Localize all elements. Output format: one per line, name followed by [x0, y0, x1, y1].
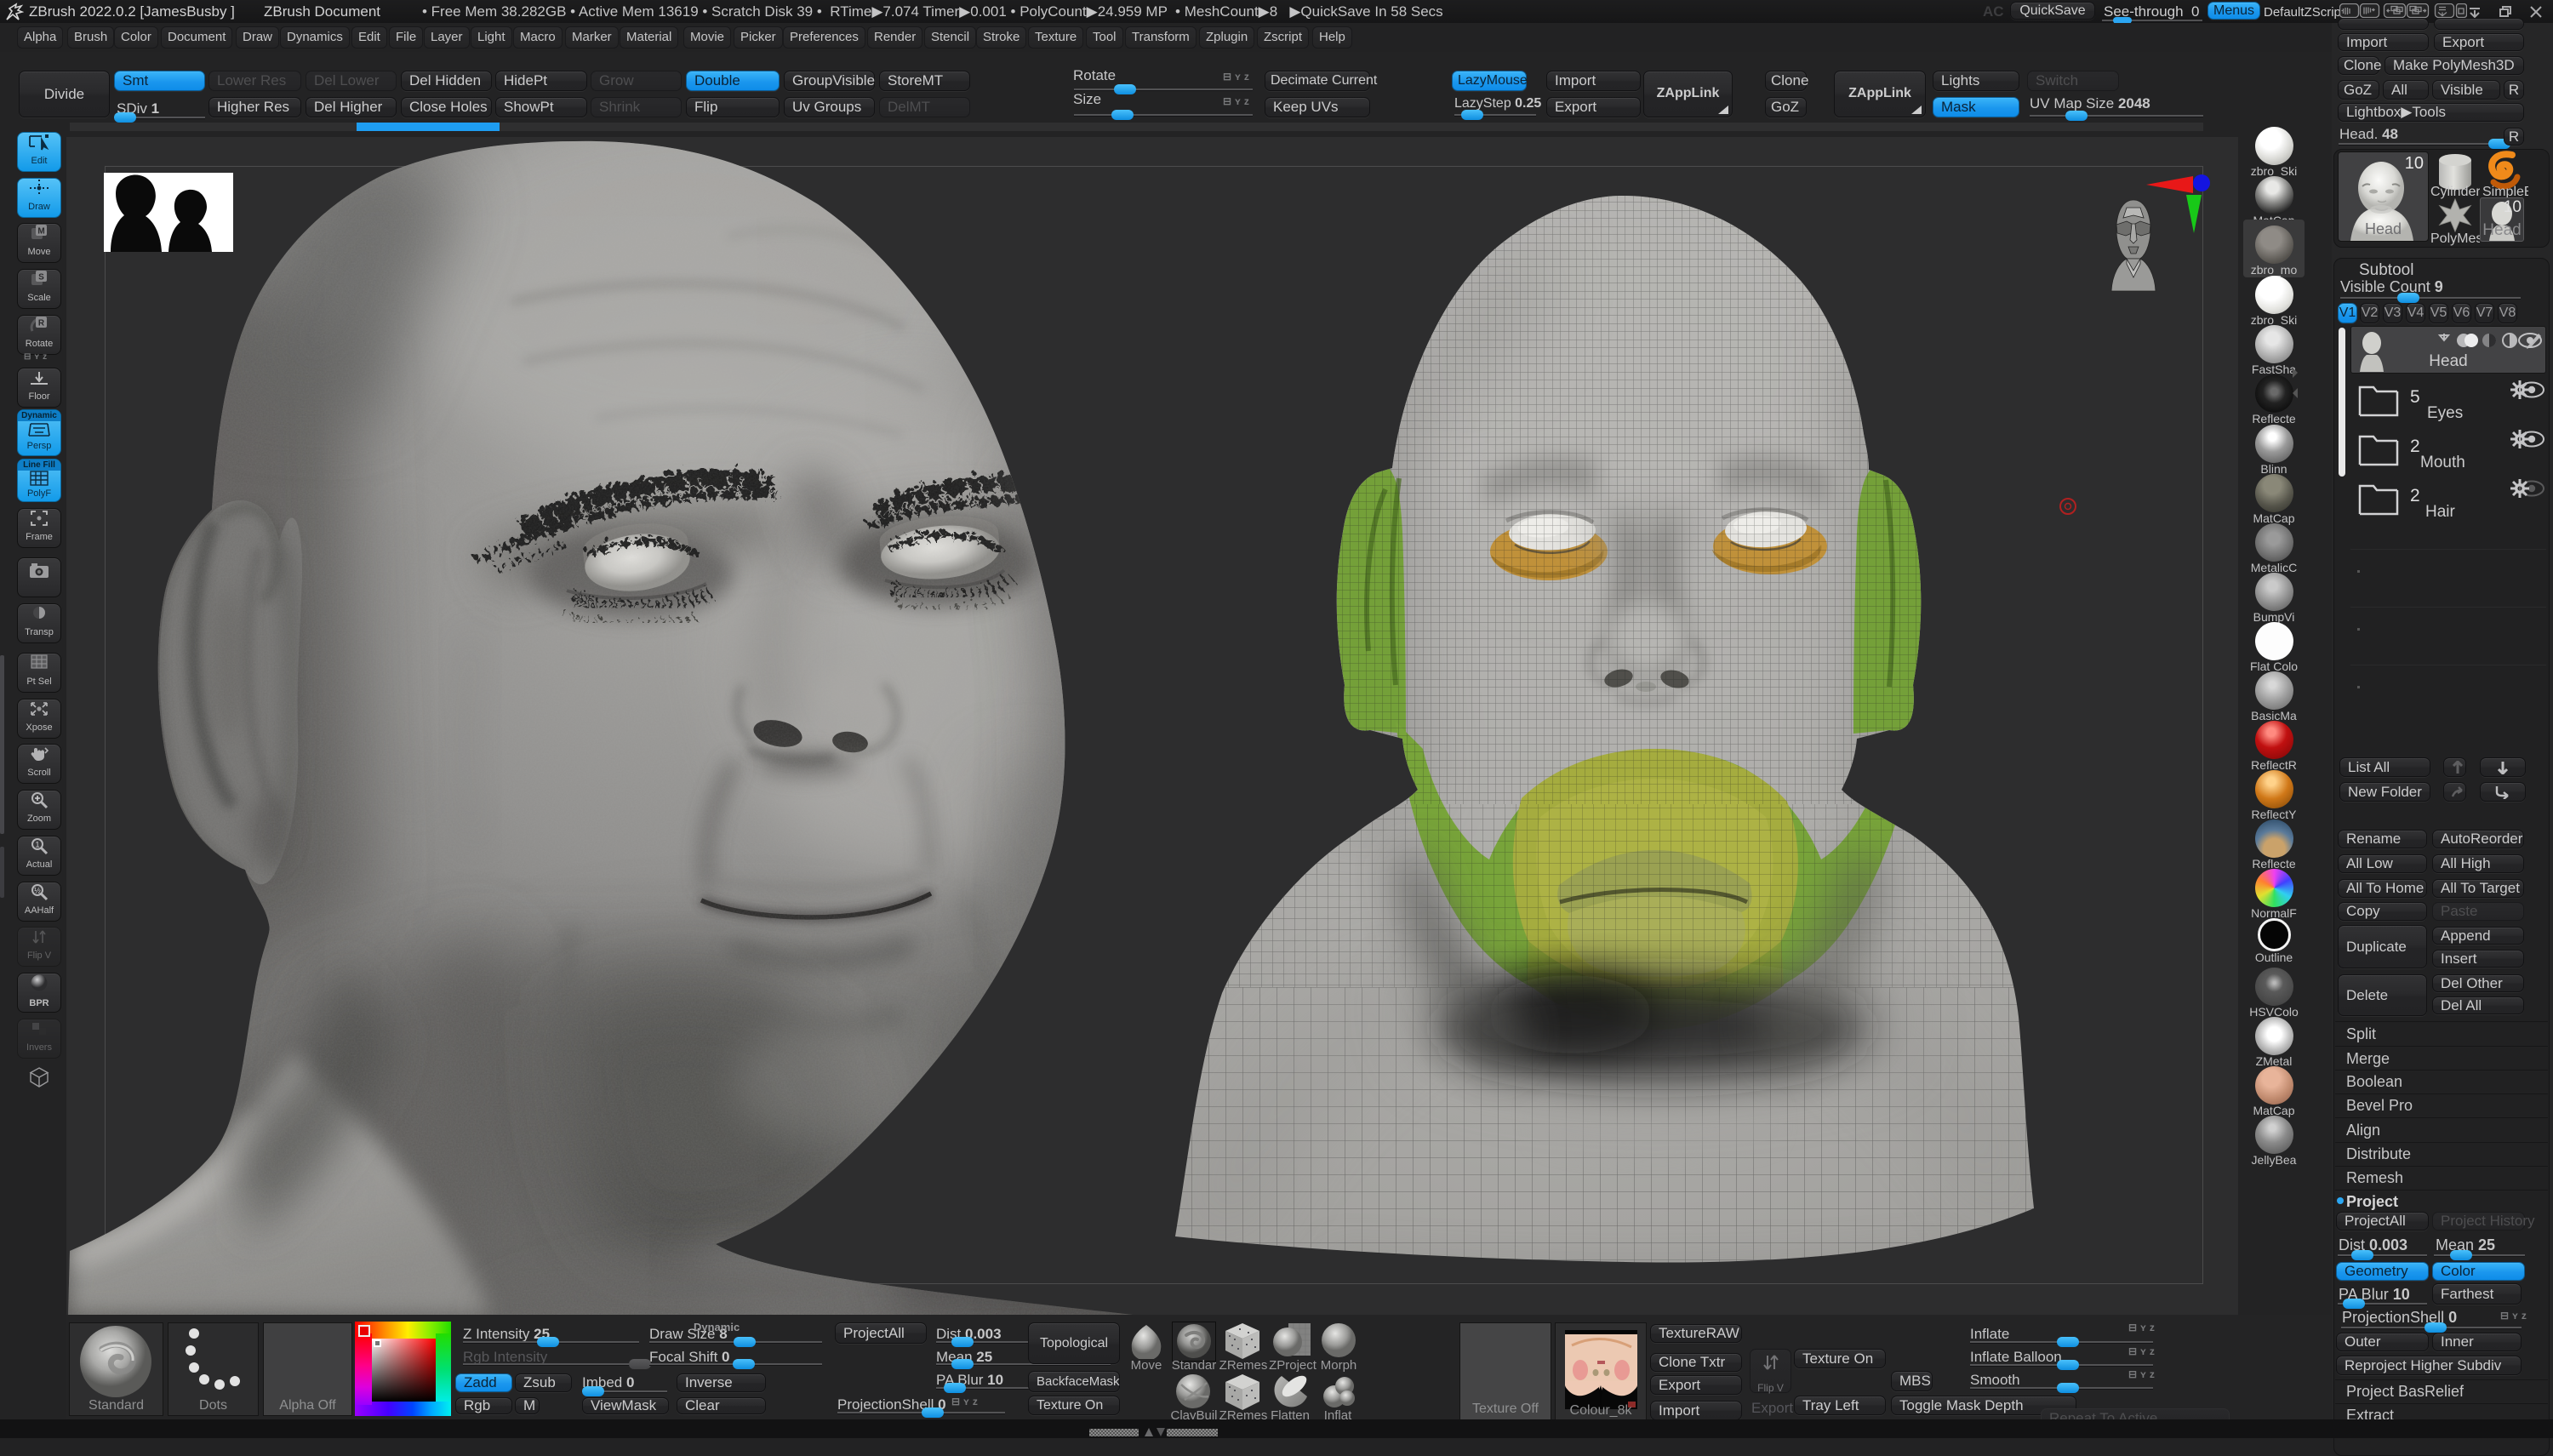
svg-text:½: ½	[34, 887, 41, 895]
svg-text:S: S	[38, 273, 44, 283]
svg-text:R: R	[38, 319, 45, 328]
svg-text:1: 1	[35, 841, 39, 849]
svg-text:M: M	[37, 227, 44, 237]
